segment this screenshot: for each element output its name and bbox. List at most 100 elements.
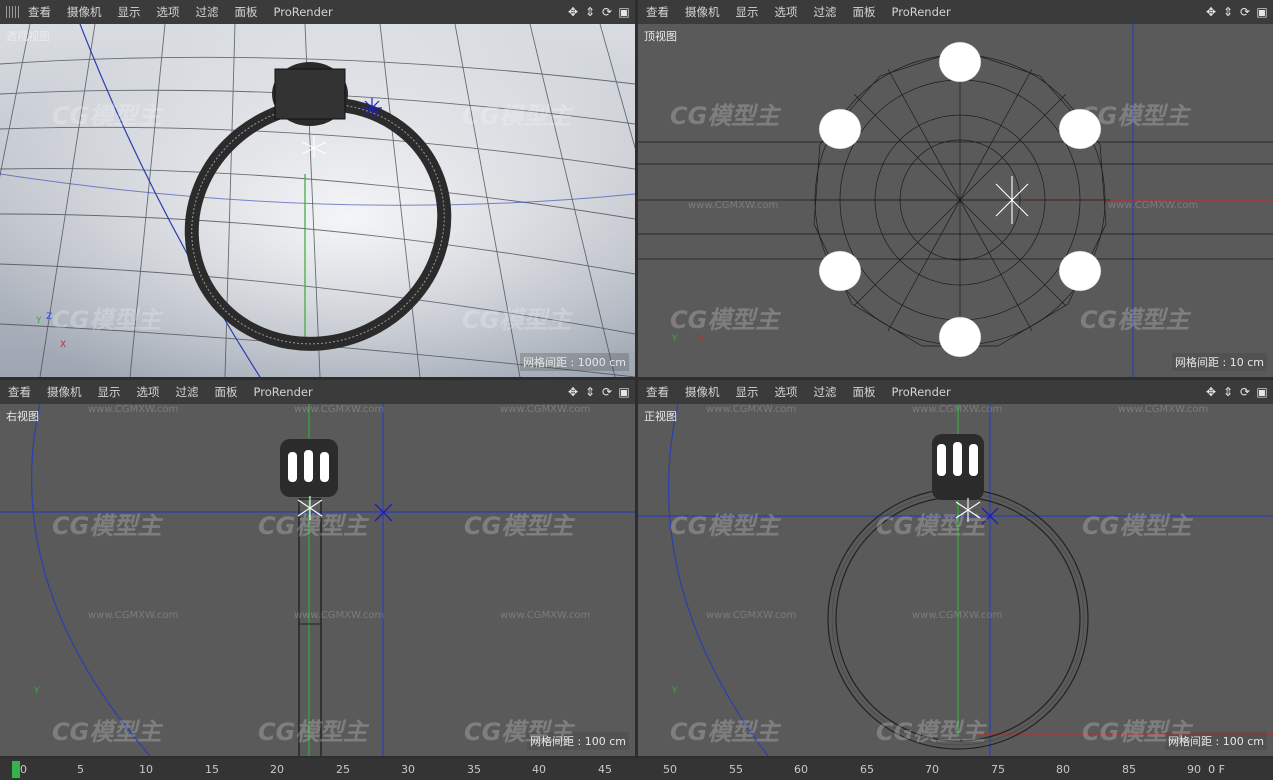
watermark-logo: CG模型主 [670,306,780,334]
watermark-url: www.CGMXW.com [706,404,797,415]
watermark-logo: CG模型主 [670,512,780,540]
viewport-front[interactable]: 查看 摄像机 显示 选项 过滤 面板 ProRender ✥ ⇕ ⟳ ▣ 正视图… [638,380,1273,756]
viewport-nav-icons: ✥ ⇕ ⟳ ▣ [1204,380,1269,404]
menu-display[interactable]: 显示 [728,384,767,400]
watermark-logo: CG模型主 [462,102,572,130]
right-canvas[interactable] [0,404,635,756]
watermark-url: www.CGMXW.com [294,610,385,621]
move-view-icon[interactable]: ✥ [566,385,580,399]
viewport-label: 正视图 [644,410,677,423]
timeline-tick: 30 [401,763,415,776]
menu-filter[interactable]: 过滤 [806,4,845,20]
watermark-url: www.CGMXW.com [88,610,179,621]
grid-spacing-readout: 网格间距 : 10 cm [1172,353,1267,371]
rotate-view-icon[interactable]: ⟳ [600,385,614,399]
zoom-view-icon[interactable]: ⇕ [583,385,597,399]
viewport-nav-icons: ✥ ⇕ ⟳ ▣ [1204,0,1269,24]
menu-camera[interactable]: 摄像机 [677,4,728,20]
viewport-perspective[interactable]: 查看 摄像机 显示 选项 过滤 面板 ProRender ✥ ⇕ ⟳ ▣ 透视视… [0,0,635,377]
front-canvas[interactable] [638,404,1273,756]
menu-filter[interactable]: 过滤 [168,384,207,400]
menu-options[interactable]: 选项 [767,4,806,20]
menu-display[interactable]: 显示 [728,4,767,20]
timeline-tick: 25 [336,763,350,776]
grid-spacing-readout: 网格间距 : 1000 cm [520,353,629,371]
watermark-logo: CG模型主 [462,306,572,334]
maximize-view-icon[interactable]: ▣ [1255,385,1269,399]
menu-options[interactable]: 选项 [149,4,188,20]
zoom-view-icon[interactable]: ⇕ [1221,5,1235,19]
menu-panel[interactable]: 面板 [207,384,246,400]
axis-y-label: Y [34,686,40,696]
menu-options[interactable]: 选项 [129,384,168,400]
watermark-url: www.CGMXW.com [1108,200,1199,211]
menu-prorender[interactable]: ProRender [246,385,321,399]
watermark-logo: CG模型主 [1082,718,1192,746]
menu-filter[interactable]: 过滤 [188,4,227,20]
maximize-view-icon[interactable]: ▣ [617,385,631,399]
watermark-url: www.CGMXW.com [706,610,797,621]
viewport-top[interactable]: 查看 摄像机 显示 选项 过滤 面板 ProRender ✥ ⇕ ⟳ ▣ 顶视图… [638,0,1273,377]
watermark-logo: CG模型主 [670,718,780,746]
axis-y-label: Y [672,334,678,344]
menu-view[interactable]: 查看 [638,4,677,20]
timeline-tick: 80 [1056,763,1070,776]
timeline-tick: 20 [270,763,284,776]
rotate-view-icon[interactable]: ⟳ [1238,5,1252,19]
viewport-label: 透视视图 [6,30,50,43]
menu-prorender[interactable]: ProRender [266,5,341,19]
menu-panel[interactable]: 面板 [845,4,884,20]
timeline-tick: 65 [860,763,874,776]
axis-x-label: X [60,340,67,350]
menu-view[interactable]: 查看 [20,4,59,20]
axis-y-label: Y [36,316,42,326]
viewport-menubar: 查看 摄像机 显示 选项 过滤 面板 ProRender [0,0,635,24]
viewport-label: 右视图 [6,410,39,423]
menu-panel[interactable]: 面板 [227,4,266,20]
menu-display[interactable]: 显示 [90,384,129,400]
menu-prorender[interactable]: ProRender [884,385,959,399]
watermark-logo: CG模型主 [52,718,162,746]
zoom-view-icon[interactable]: ⇕ [583,5,597,19]
menu-camera[interactable]: 摄像机 [677,384,728,400]
watermark-logo: CG模型主 [876,718,986,746]
move-view-icon[interactable]: ✥ [1204,385,1218,399]
viewport-nav-icons: ✥ ⇕ ⟳ ▣ [566,0,631,24]
watermark-url: www.CGMXW.com [688,200,779,211]
menu-prorender[interactable]: ProRender [884,5,959,19]
watermark-url: www.CGMXW.com [88,404,179,415]
watermark-url: www.CGMXW.com [912,404,1003,415]
menu-view[interactable]: 查看 [638,384,677,400]
watermark-url: www.CGMXW.com [1118,404,1209,415]
watermark-logo: CG模型主 [876,512,986,540]
viewport-grip-icon[interactable] [6,6,20,18]
menu-display[interactable]: 显示 [110,4,149,20]
watermark-logo: CG模型主 [52,512,162,540]
timeline-tick: 10 [139,763,153,776]
viewport-nav-icons: ✥ ⇕ ⟳ ▣ [566,380,631,404]
timeline-tick: 0 [20,763,27,776]
watermark-url: www.CGMXW.com [500,610,591,621]
menu-view[interactable]: 查看 [0,384,39,400]
maximize-view-icon[interactable]: ▣ [1255,5,1269,19]
zoom-view-icon[interactable]: ⇕ [1221,385,1235,399]
timeline-playhead[interactable] [12,761,20,778]
move-view-icon[interactable]: ✥ [1204,5,1218,19]
menu-filter[interactable]: 过滤 [806,384,845,400]
menu-camera[interactable]: 摄像机 [59,4,110,20]
rotate-view-icon[interactable]: ⟳ [1238,385,1252,399]
timeline-tick: 40 [532,763,546,776]
timeline-tick: 5 [77,763,84,776]
timeline-ruler[interactable]: 0 5 10 15 20 25 30 35 40 45 50 55 60 65 … [0,758,1273,780]
viewport-right[interactable]: 查看 摄像机 显示 选项 过滤 面板 ProRender ✥ ⇕ ⟳ ▣ 右视图… [0,380,635,756]
menu-panel[interactable]: 面板 [845,384,884,400]
maximize-view-icon[interactable]: ▣ [617,5,631,19]
rotate-view-icon[interactable]: ⟳ [600,5,614,19]
menu-camera[interactable]: 摄像机 [39,384,90,400]
menu-options[interactable]: 选项 [767,384,806,400]
move-view-icon[interactable]: ✥ [566,5,580,19]
axis-x-label: X [698,334,705,344]
viewport-menubar: 查看 摄像机 显示 选项 过滤 面板 ProRender [0,380,635,404]
watermark-logo: CG模型主 [1080,306,1190,334]
viewport-label: 顶视图 [644,30,677,43]
